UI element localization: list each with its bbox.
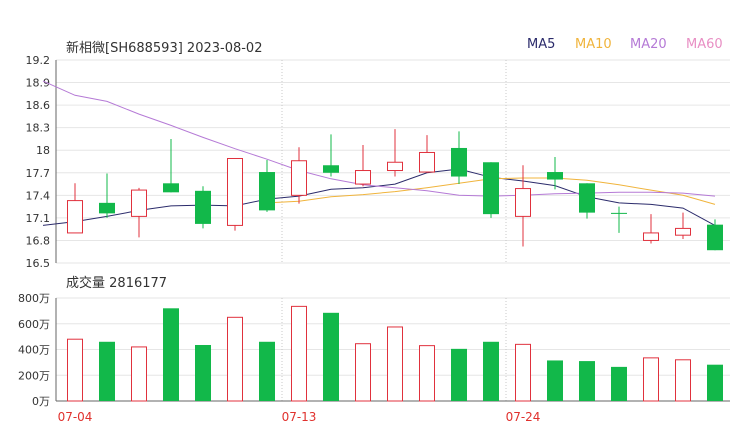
- volume-bar: [387, 326, 403, 402]
- volume-bar: [227, 316, 243, 402]
- date-label: 07-24: [506, 410, 541, 424]
- volume-bar: [419, 345, 435, 402]
- candle-body: [259, 172, 275, 211]
- candle-body: [547, 172, 563, 180]
- volume-bar: [131, 346, 147, 402]
- candle-body: [419, 151, 435, 173]
- chart-svg: 19.218.918.618.31817.717.417.116.816.50万…: [18, 54, 730, 424]
- volume-bar: [547, 360, 563, 401]
- volume-bar: [707, 364, 723, 401]
- candle-body: [67, 200, 83, 234]
- candle-body: [323, 165, 339, 173]
- candle-body: [355, 170, 371, 185]
- volume-tick-label: 400万: [18, 344, 50, 357]
- price-tick-label: 17.4: [26, 189, 51, 202]
- price-tick-label: 16.8: [26, 234, 51, 247]
- candle-body: [131, 189, 147, 217]
- volume-bar: [195, 344, 211, 401]
- price-tick-label: 18.3: [26, 122, 51, 135]
- candle-body: [163, 183, 179, 193]
- volume-bar: [67, 338, 83, 402]
- candle-body: [387, 161, 403, 172]
- date-label: 07-04: [58, 410, 93, 424]
- volume-bar: [99, 341, 115, 401]
- volume-bar: [643, 357, 659, 402]
- volume-bar: [483, 341, 499, 401]
- candle-body: [707, 224, 723, 251]
- candle-body: [675, 227, 691, 236]
- candle-body: [227, 157, 243, 226]
- candle-body: [579, 183, 595, 213]
- candle-body: [99, 202, 115, 214]
- candle-body: [483, 162, 499, 215]
- candle-body: [451, 147, 467, 177]
- volume-bar: [291, 305, 307, 402]
- volume-bar: [579, 361, 595, 401]
- volume-tick-label: 800万: [18, 292, 50, 305]
- ma-line-ma20: [42, 80, 716, 197]
- candle-body: [515, 188, 531, 217]
- price-tick-label: 18.6: [26, 99, 51, 112]
- volume-tick-label: 200万: [18, 369, 50, 382]
- date-label: 07-13: [282, 410, 317, 424]
- price-tick-label: 17.1: [26, 212, 51, 225]
- volume-bar: [515, 343, 531, 402]
- volume-tick-label: 0万: [32, 395, 50, 408]
- stock-chart-panel: 新相微[SH688593] 2023-08-02 MA5 MA10 MA20 M…: [0, 0, 740, 440]
- price-tick-label: 17.7: [26, 167, 51, 180]
- candle-body: [195, 190, 211, 224]
- price-tick-label: 16.5: [26, 257, 51, 270]
- volume-bar: [451, 348, 467, 401]
- volume-bar: [675, 359, 691, 402]
- volume-bar: [355, 343, 371, 402]
- volume-bar: [259, 341, 275, 401]
- volume-tick-label: 600万: [18, 318, 50, 331]
- volume-bar: [611, 366, 627, 401]
- volume-bar: [323, 312, 339, 401]
- candle-body: [643, 232, 659, 241]
- price-tick-label: 18: [36, 144, 50, 157]
- volume-bar: [163, 308, 179, 401]
- candle-body: [291, 160, 307, 196]
- price-tick-label: 19.2: [26, 54, 51, 67]
